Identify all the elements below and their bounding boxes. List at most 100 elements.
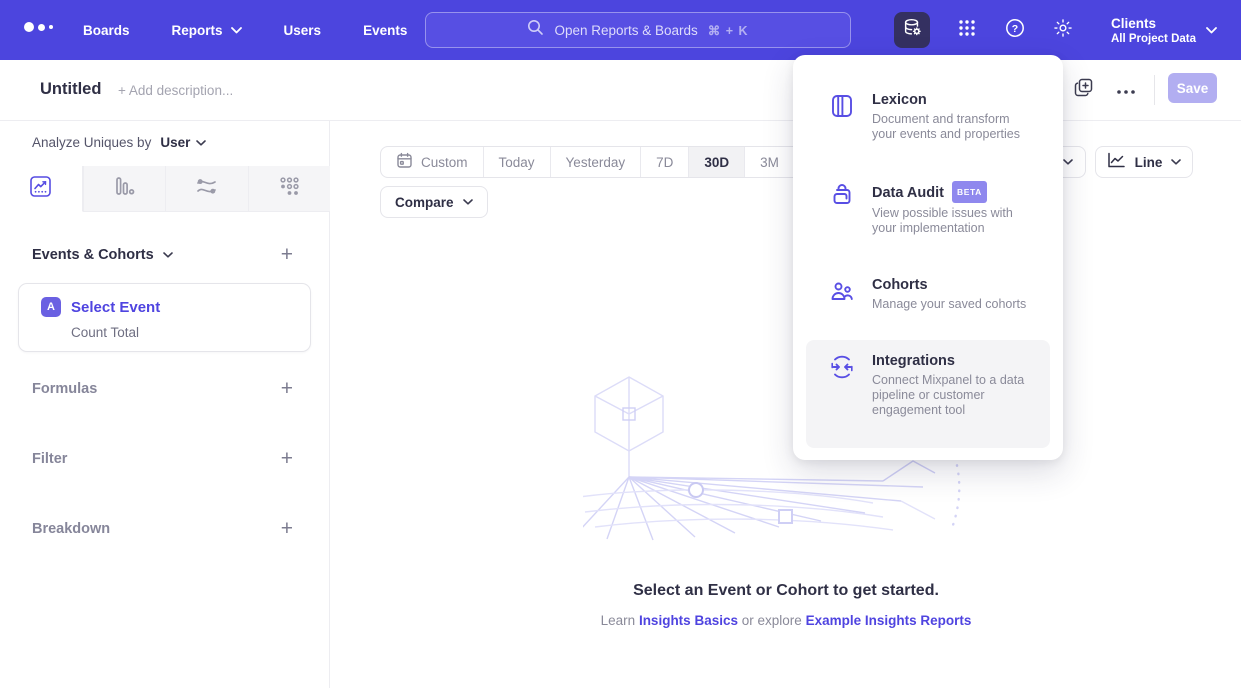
- event-card[interactable]: A Select Event Count Total: [18, 283, 311, 352]
- more-options-button[interactable]: [1115, 79, 1137, 101]
- tab-bar-chart[interactable]: [83, 166, 166, 212]
- add-event-button[interactable]: +: [281, 247, 293, 263]
- range-custom[interactable]: Custom: [381, 147, 483, 177]
- project-name: All Project Data: [1111, 32, 1196, 46]
- menu-item-description: Connect Mixpanel to a data pipeline or c…: [872, 373, 1036, 418]
- insights-basics-link[interactable]: Insights Basics: [639, 613, 738, 628]
- beta-badge: BETA: [952, 181, 987, 203]
- event-letter-badge: A: [41, 297, 61, 317]
- save-button[interactable]: Save: [1168, 73, 1217, 103]
- book-icon: [829, 93, 855, 119]
- analyze-uniques-control: Analyze Uniques by User: [32, 135, 206, 150]
- compare-dropdown[interactable]: Compare: [380, 186, 488, 218]
- query-builder-sidebar: Analyze Uniques by User: [0, 121, 330, 688]
- menu-item-description: View possible issues with your implement…: [872, 206, 1036, 236]
- mixpanel-insights-page: Boards Reports Users Events Open Reports…: [0, 0, 1241, 688]
- range-30d-selected[interactable]: 30D: [688, 147, 744, 177]
- menu-item-title: Data AuditBETA: [872, 181, 1036, 203]
- data-management-menu: Lexicon Document and transform your even…: [793, 55, 1063, 460]
- help-icon: ?: [1004, 17, 1026, 44]
- tab-flow-chart[interactable]: [165, 166, 248, 212]
- chevron-down-icon: [463, 199, 473, 205]
- navbar-right: ? Clients All Project Data: [894, 0, 1241, 60]
- formulas-section: Formulas +: [32, 381, 293, 397]
- menu-item-title: Integrations: [872, 352, 1036, 370]
- chart-type-dropdown[interactable]: Line: [1095, 146, 1193, 178]
- header-divider: [1154, 75, 1155, 105]
- filter-section: Filter +: [32, 451, 293, 467]
- range-3m[interactable]: 3M: [744, 147, 794, 177]
- date-range-control: Custom Today Yesterday 7D 30D 3M 6M: [380, 146, 845, 178]
- insights-chart-icon: [28, 174, 53, 204]
- gear-icon: [1052, 17, 1074, 44]
- search-placeholder: Open Reports & Boards: [554, 23, 697, 38]
- range-yesterday[interactable]: Yesterday: [550, 147, 641, 177]
- chevron-down-icon: [1063, 159, 1073, 165]
- apps-grid-button[interactable]: [949, 12, 985, 48]
- chevron-down-icon: [1206, 27, 1217, 34]
- data-management-button[interactable]: [894, 12, 930, 48]
- add-filter-button[interactable]: +: [281, 451, 293, 467]
- global-search-input[interactable]: Open Reports & Boards ⌘ + K: [425, 12, 851, 48]
- chevron-down-icon[interactable]: [196, 140, 206, 146]
- analyze-label: Analyze Uniques by: [32, 135, 151, 150]
- report-canvas: Custom Today Yesterday 7D 30D 3M 6M Comp…: [331, 121, 1241, 688]
- filter-label: Filter: [32, 451, 67, 467]
- menu-item-lexicon[interactable]: Lexicon Document and transform your even…: [806, 79, 1050, 154]
- add-description-field[interactable]: + Add description...: [118, 83, 233, 98]
- range-today[interactable]: Today: [483, 147, 550, 177]
- events-cohorts-label[interactable]: Events & Cohorts: [32, 247, 154, 263]
- search-icon: [527, 19, 544, 41]
- bar-chart-icon: [112, 174, 137, 204]
- menu-item-description: Document and transform your events and p…: [872, 112, 1036, 142]
- tab-retention-grid[interactable]: [248, 166, 331, 212]
- menu-item-title: Cohorts: [872, 276, 1026, 294]
- breakdown-label: Breakdown: [32, 521, 110, 537]
- menu-item-description: Manage your saved cohorts: [872, 297, 1026, 312]
- audit-icon: [829, 183, 855, 209]
- events-cohorts-section: Events & Cohorts +: [32, 247, 293, 263]
- duplicate-button[interactable]: [1072, 79, 1094, 101]
- menu-item-integrations[interactable]: Integrations Connect Mixpanel to a data …: [806, 340, 1050, 448]
- nav-item-events[interactable]: Events: [363, 23, 407, 38]
- menu-item-cohorts[interactable]: Cohorts Manage your saved cohorts: [806, 264, 1050, 324]
- add-formula-button[interactable]: +: [281, 381, 293, 397]
- svg-text:?: ?: [1012, 23, 1018, 35]
- select-event-button[interactable]: Select Event: [71, 299, 160, 316]
- breakdown-section: Breakdown +: [32, 521, 293, 537]
- nav-item-reports[interactable]: Reports: [172, 23, 242, 38]
- top-navbar: Boards Reports Users Events Open Reports…: [0, 0, 1241, 60]
- mixpanel-logo-icon[interactable]: [24, 22, 53, 32]
- tab-insights-line[interactable]: [0, 166, 83, 212]
- range-7d[interactable]: 7D: [640, 147, 688, 177]
- line-chart-icon: [1107, 152, 1126, 172]
- count-total-dropdown[interactable]: Count Total: [71, 325, 139, 340]
- project-switcher[interactable]: Clients All Project Data: [1111, 15, 1217, 46]
- formulas-label: Formulas: [32, 381, 97, 397]
- search-shortcut: ⌘ + K: [708, 23, 749, 38]
- example-reports-link[interactable]: Example Insights Reports: [806, 613, 972, 628]
- duplicate-icon: [1074, 78, 1093, 102]
- add-breakdown-button[interactable]: +: [281, 521, 293, 537]
- primary-nav: Boards Reports Users Events: [83, 0, 407, 60]
- chevron-down-icon: [1171, 159, 1181, 165]
- chart-type-tabs: [0, 166, 330, 212]
- chevron-down-icon[interactable]: [163, 252, 173, 258]
- nav-item-boards[interactable]: Boards: [83, 23, 130, 38]
- analyze-value-dropdown[interactable]: User: [160, 135, 190, 150]
- chevron-down-icon: [231, 27, 242, 34]
- org-name: Clients: [1111, 15, 1196, 32]
- integrations-icon: [829, 354, 855, 380]
- report-title[interactable]: Untitled: [40, 80, 101, 99]
- retention-grid-icon: [277, 174, 302, 204]
- help-button[interactable]: ?: [997, 12, 1033, 48]
- grid-icon: [957, 18, 977, 43]
- cohorts-icon: [829, 278, 855, 304]
- menu-item-data-audit[interactable]: Data AuditBETA View possible issues with…: [806, 169, 1050, 248]
- database-gear-icon: [902, 17, 923, 43]
- nav-item-users[interactable]: Users: [284, 23, 322, 38]
- calendar-icon: [396, 152, 413, 172]
- settings-button[interactable]: [1045, 12, 1081, 48]
- ellipsis-icon: [1117, 81, 1135, 99]
- empty-state-links: Learn Insights Basics or explore Example…: [331, 613, 1241, 628]
